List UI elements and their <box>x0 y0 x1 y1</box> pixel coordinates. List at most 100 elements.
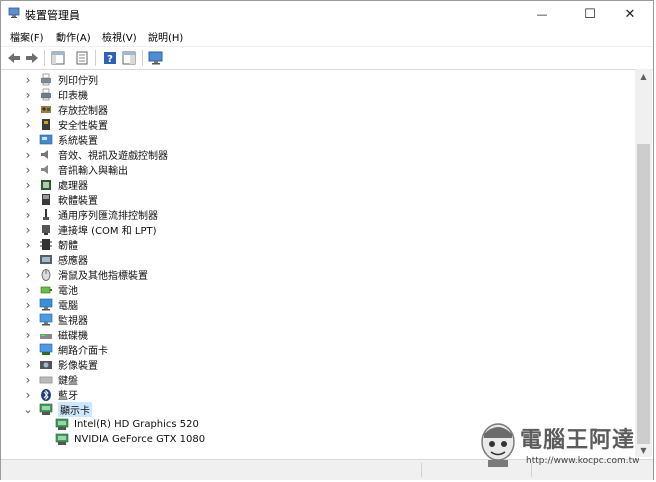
scan-hardware-button[interactable] <box>148 50 164 66</box>
chevron-right-icon[interactable]: › <box>23 313 33 327</box>
tree-node[interactable]: › 軟體裝置 <box>23 192 98 208</box>
network-adapter-icon <box>39 343 53 355</box>
scroll-up-arrow-icon[interactable]: ▲ <box>635 69 652 83</box>
show-hide-console-tree-button[interactable] <box>50 50 66 66</box>
chevron-right-icon[interactable]: › <box>23 328 33 342</box>
help-icon: ? <box>104 52 116 65</box>
tree-node-label: 電腦 <box>58 301 78 312</box>
tree-node[interactable]: › 處理器 <box>23 177 88 193</box>
chevron-right-icon[interactable]: › <box>23 253 33 267</box>
chevron-right-icon[interactable]: › <box>23 73 33 87</box>
menu-action[interactable]: 動作(A) <box>56 29 91 44</box>
tree-node[interactable]: › 磁碟機 <box>23 327 88 343</box>
chevron-right-icon[interactable]: › <box>23 223 33 237</box>
tree-node[interactable]: › 安全性裝置 <box>23 117 108 133</box>
software-device-icon <box>42 194 50 205</box>
tree-node[interactable]: ⌄ 顯示卡 <box>23 402 92 417</box>
chevron-right-icon[interactable]: › <box>23 358 33 372</box>
tree-child-label: Intel(R) HD Graphics 520 <box>74 419 199 430</box>
properties-button[interactable] <box>74 50 90 66</box>
menu-bar: 檔案(F) 動作(A) 檢視(V) 說明(H) <box>1 27 653 45</box>
toolbar-separator <box>142 50 143 66</box>
tree-node[interactable]: › 監視器 <box>23 312 88 328</box>
chevron-right-icon[interactable]: › <box>23 343 33 357</box>
tree-node[interactable]: › 通用序列匯流排控制器 <box>23 207 158 223</box>
audio-io-icon <box>41 165 48 174</box>
chevron-right-icon[interactable]: › <box>23 298 33 312</box>
chevron-right-icon[interactable]: › <box>23 208 33 222</box>
tree-node[interactable]: › 網路介面卡 <box>23 342 108 358</box>
title-bar[interactable]: 裝置管理員 — ☐ ✕ <box>1 1 653 27</box>
tree-node[interactable]: › 印表機 <box>23 87 88 103</box>
device-manager-window: 裝置管理員 — ☐ ✕ 檔案(F) 動作(A) 檢視(V) 說明(H) ? › … <box>0 0 654 480</box>
disk-drive-icon <box>40 334 52 339</box>
tree-child-node[interactable]: NVIDIA GeForce GTX 1080 <box>49 432 205 447</box>
device-manager-icon <box>8 7 20 18</box>
tree-node[interactable]: › 系統裝置 <box>23 132 98 148</box>
tree-node[interactable]: › 列印佇列 <box>23 72 98 88</box>
chevron-right-icon[interactable]: › <box>23 283 33 297</box>
chevron-right-icon[interactable]: › <box>23 103 33 117</box>
scrollbar-thumb[interactable] <box>637 144 650 444</box>
tree-node-label: 列印佇列 <box>58 76 98 87</box>
tree-node-label: 網路介面卡 <box>58 346 108 357</box>
tree-node-label: 音訊輸入與輸出 <box>58 166 128 177</box>
tree-node[interactable]: › 存放控制器 <box>23 102 108 118</box>
tree-node[interactable]: › 藍牙 <box>23 387 78 403</box>
chevron-right-icon[interactable]: › <box>23 148 33 162</box>
tree-node[interactable]: › 影像裝置 <box>23 357 98 373</box>
tree-node-label: 音效、視訊及遊戲控制器 <box>58 151 168 162</box>
menu-help[interactable]: 說明(H) <box>148 29 183 44</box>
monitor-scan-icon <box>148 51 163 65</box>
tree-node[interactable]: › 韌體 <box>23 237 78 253</box>
chevron-right-icon[interactable]: › <box>23 178 33 192</box>
chevron-right-icon[interactable]: › <box>23 133 33 147</box>
tree-node[interactable]: › 感應器 <box>23 252 88 268</box>
tree-node[interactable]: › 音效、視訊及遊戲控制器 <box>23 147 168 163</box>
mascot-face-icon <box>481 423 515 467</box>
tree-child-node[interactable]: Intel(R) HD Graphics 520 <box>49 417 199 432</box>
keyboard-icon <box>39 376 53 384</box>
status-segment <box>1 463 422 477</box>
port-icon <box>42 225 50 235</box>
tree-node-label: 藍牙 <box>58 391 78 402</box>
chevron-right-icon[interactable]: › <box>23 88 33 102</box>
tree-node-label: 系統裝置 <box>58 136 98 147</box>
properties-icon <box>76 51 88 65</box>
action-pane-button[interactable] <box>121 50 137 66</box>
watermark-text: 電腦王阿達 <box>520 428 636 453</box>
chevron-right-icon[interactable]: › <box>23 268 33 282</box>
close-button[interactable]: ✕ <box>607 1 653 27</box>
sensor-icon <box>40 255 52 264</box>
tree-node[interactable]: › 電腦 <box>23 297 78 313</box>
tree-node[interactable]: › 滑鼠及其他指標裝置 <box>23 267 148 283</box>
menu-view[interactable]: 檢視(V) <box>102 29 137 44</box>
tree-node[interactable]: › 音訊輸入與輸出 <box>23 162 128 178</box>
chevron-right-icon[interactable]: › <box>23 193 33 207</box>
processor-icon <box>41 180 51 190</box>
monitor-icon <box>39 313 53 326</box>
help-button[interactable]: ? <box>102 50 118 66</box>
minimize-button[interactable]: — <box>519 1 565 27</box>
chevron-right-icon[interactable]: › <box>23 373 33 387</box>
toolbar-separator <box>44 50 45 66</box>
tree-node[interactable]: › 鍵盤 <box>23 372 78 388</box>
tree-node[interactable]: › 電池 <box>23 282 78 298</box>
tree-node[interactable]: › 連接埠 (COM 和 LPT) <box>23 222 157 238</box>
tree-node-label: 影像裝置 <box>58 361 98 372</box>
display-adapter-icon <box>39 403 53 415</box>
forward-button[interactable] <box>24 50 40 66</box>
chevron-right-icon[interactable]: › <box>23 118 33 132</box>
chevron-right-icon[interactable]: › <box>23 388 33 402</box>
vertical-scrollbar[interactable]: ▲ ▼ <box>635 69 652 457</box>
menu-file[interactable]: 檔案(F) <box>10 29 44 44</box>
chevron-right-icon[interactable]: › <box>23 163 33 177</box>
mouse-icon <box>41 269 51 281</box>
display-adapter-icon <box>55 418 69 430</box>
toolbar: ? <box>1 46 653 70</box>
usb-icon <box>43 209 49 220</box>
chevron-down-icon[interactable]: ⌄ <box>23 403 33 416</box>
chevron-right-icon[interactable]: › <box>23 238 33 252</box>
tree-child-label: NVIDIA GeForce GTX 1080 <box>74 434 206 445</box>
back-button[interactable] <box>6 50 22 66</box>
